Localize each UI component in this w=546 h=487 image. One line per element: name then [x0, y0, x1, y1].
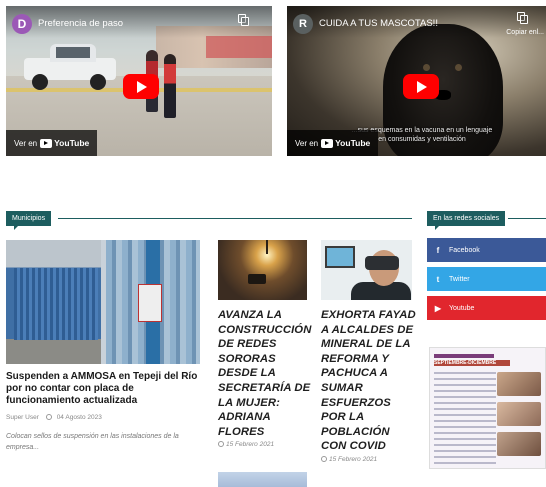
news-title[interactable]: EXHORTA FAYAD A ALCALDES DE MINERAL DE L… — [321, 308, 416, 454]
section-divider — [508, 218, 546, 219]
watch-label: Ver en — [295, 138, 319, 148]
youtube-link[interactable]: ▶ Youtube — [427, 296, 546, 320]
twitter-label: Twitter — [449, 275, 470, 283]
youtube-logo: YouTube — [321, 138, 370, 148]
watch-label: Ver en — [14, 138, 38, 148]
youtube-logo: YouTube — [40, 138, 89, 148]
section-tag-municipios[interactable]: Municipios — [6, 211, 52, 230]
video-title[interactable]: CUIDA A TUS MASCOTAS!! — [319, 18, 438, 29]
news-date: 15 Febrero 2021 — [218, 441, 274, 448]
watch-on-youtube-button[interactable]: Ver en YouTube — [287, 130, 379, 156]
channel-avatar[interactable]: R — [293, 14, 313, 34]
news-title[interactable]: AVANZA LA CONSTRUCCIÓN DE REDES SORORAS … — [218, 308, 313, 439]
channel-avatar[interactable]: D — [12, 14, 32, 34]
truck-image — [24, 44, 116, 90]
poster-heading: SEPTIEMBRE-DICIEMBRE — [434, 360, 497, 366]
section-tag-social: En las redes sociales — [427, 211, 506, 230]
author-name[interactable]: Super User — [6, 414, 39, 421]
twitter-icon: t — [436, 274, 440, 284]
featured-news-image[interactable] — [6, 240, 200, 364]
play-button[interactable] — [403, 74, 439, 99]
facebook-link[interactable]: f Facebook — [427, 238, 546, 262]
news-image-vr[interactable] — [321, 240, 412, 300]
youtube-label: Youtube — [449, 304, 475, 312]
facebook-icon: f — [436, 245, 440, 255]
video-title[interactable]: Preferencia de paso — [38, 18, 123, 29]
section-divider — [58, 218, 412, 219]
youtube-play-icon — [40, 138, 53, 148]
video-card-1[interactable]: D Preferencia de paso Ver en YouTube — [6, 6, 272, 156]
watch-on-youtube-button[interactable]: Ver en YouTube — [6, 130, 98, 156]
facebook-label: Facebook — [449, 246, 480, 254]
youtube-icon: ▶ — [434, 303, 442, 313]
copy-link-icon[interactable] — [517, 12, 529, 25]
copy-link-label[interactable]: Copiar enl... — [506, 29, 544, 36]
video-card-2[interactable]: ...sus esquemas en la vacuna en un lengu… — [287, 6, 546, 156]
clock-icon — [321, 456, 327, 462]
featured-news-description: Colocan sellos de suspensión en las inst… — [6, 433, 179, 451]
clock-icon — [45, 414, 52, 420]
youtube-play-icon — [321, 138, 334, 148]
featured-news-title[interactable]: Suspenden a AMMOSA en Tepeji del Río por… — [6, 371, 206, 407]
copy-link-icon[interactable] — [238, 14, 250, 27]
news-image-next[interactable] — [218, 472, 307, 487]
program-poster[interactable]: SEPTIEMBRE-DICIEMBRE — [429, 347, 546, 469]
twitter-link[interactable]: t Twitter — [427, 267, 546, 291]
publish-date: 04 Agosto 2023 — [56, 414, 102, 421]
news-date: 15 Febrero 2021 — [321, 456, 377, 463]
play-button[interactable] — [123, 74, 159, 99]
clock-icon — [218, 441, 224, 447]
news-image-bulb[interactable] — [218, 240, 307, 300]
featured-news-meta: Super User 04 Agosto 2023 — [6, 414, 107, 421]
